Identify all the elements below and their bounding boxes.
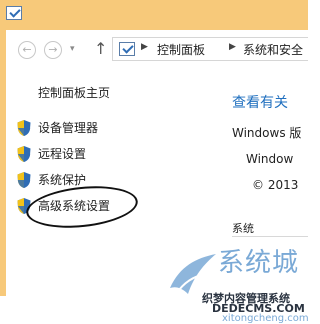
windows-edition-label: Windows 版 — [232, 126, 302, 140]
system-section-label: 系统 — [232, 222, 254, 235]
sidebar-item-remote-settings[interactable]: 远程设置 — [16, 144, 116, 164]
forward-button[interactable]: → — [44, 41, 62, 59]
control-panel-icon — [119, 42, 135, 56]
shield-icon — [17, 146, 31, 162]
page-heading: 查看有关 — [232, 95, 288, 111]
watermark-title: 系统城 — [218, 248, 300, 278]
sidebar-item-label: 系统保护 — [38, 173, 87, 187]
breadcrumb-system-security[interactable]: 系统和安全 — [243, 41, 303, 58]
back-button[interactable]: ← — [18, 41, 36, 59]
control-panel-icon — [6, 6, 22, 20]
sidebar-item-label: 设备管理器 — [38, 121, 99, 135]
breadcrumb-control-panel[interactable]: 控制面板 — [157, 41, 205, 58]
watermark-url: xitongcheng.com — [222, 313, 309, 324]
windows-edition-value: Window — [246, 152, 294, 166]
address-bar[interactable]: ▶ 控制面板 ▶ 系统和安全 — [112, 37, 308, 61]
up-button[interactable]: ↑ — [94, 39, 107, 58]
shield-icon — [17, 172, 31, 188]
window-titlebar — [0, 0, 308, 30]
sidebar-item-label: 远程设置 — [38, 147, 87, 161]
recent-locations-chevron-down-icon[interactable]: ▾ — [70, 44, 75, 54]
chevron-right-icon[interactable]: ▶ — [229, 42, 236, 52]
chevron-right-icon[interactable]: ▶ — [141, 42, 148, 52]
shield-icon — [17, 120, 31, 136]
section-divider — [232, 236, 308, 237]
control-panel-home-link[interactable]: 控制面板主页 — [38, 84, 110, 101]
window-content: ← → ▾ ↑ ▶ 控制面板 ▶ 系统和安全 控制面板主页 设备管理器 远程设置 — [6, 30, 309, 324]
copyright-text: © 2013 — [252, 178, 299, 192]
navigation-bar: ← → ▾ ↑ ▶ 控制面板 ▶ 系统和安全 — [6, 30, 308, 70]
sidebar-item-device-manager[interactable]: 设备管理器 — [16, 118, 126, 138]
